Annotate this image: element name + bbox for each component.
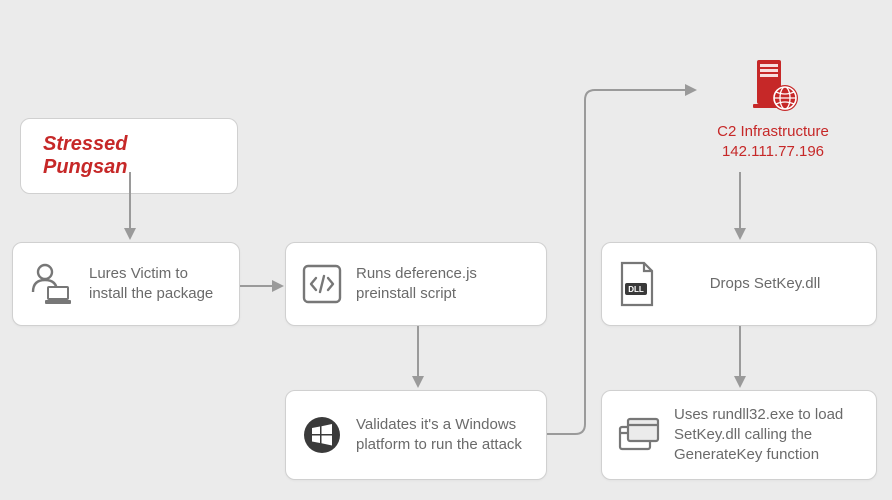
node-validate-windows: Validates it's a Windows platform to run… <box>285 390 547 480</box>
c2-infrastructure: C2 Infrastructure 142.111.77.196 <box>698 58 848 163</box>
arrow-drops-to-rundll <box>730 326 750 390</box>
arrow-c2-to-drops <box>730 172 750 242</box>
arrow-validate-to-c2 <box>547 82 707 442</box>
windows-icon <box>302 415 342 455</box>
arrow-title-to-lure <box>120 172 140 242</box>
node-validate-label: Validates it's a Windows platform to run… <box>356 415 530 456</box>
node-lure-label: Lures Victim to install the package <box>89 264 223 305</box>
node-run-deference: Runs deference.js preinstall script <box>285 242 547 326</box>
c2-label: C2 Infrastructure <box>698 122 848 142</box>
code-icon <box>302 264 342 304</box>
user-computer-icon <box>29 262 75 306</box>
node-lure-victim: Lures Victim to install the package <box>12 242 240 326</box>
title-text: Stressed Pungsan <box>43 133 128 178</box>
c2-ip: 142.111.77.196 <box>698 142 848 162</box>
server-globe-icon <box>698 58 848 116</box>
arrow-deference-to-validate <box>408 326 428 390</box>
node-deference-label: Runs deference.js preinstall script <box>356 264 530 305</box>
arrow-lure-to-deference <box>240 276 286 296</box>
